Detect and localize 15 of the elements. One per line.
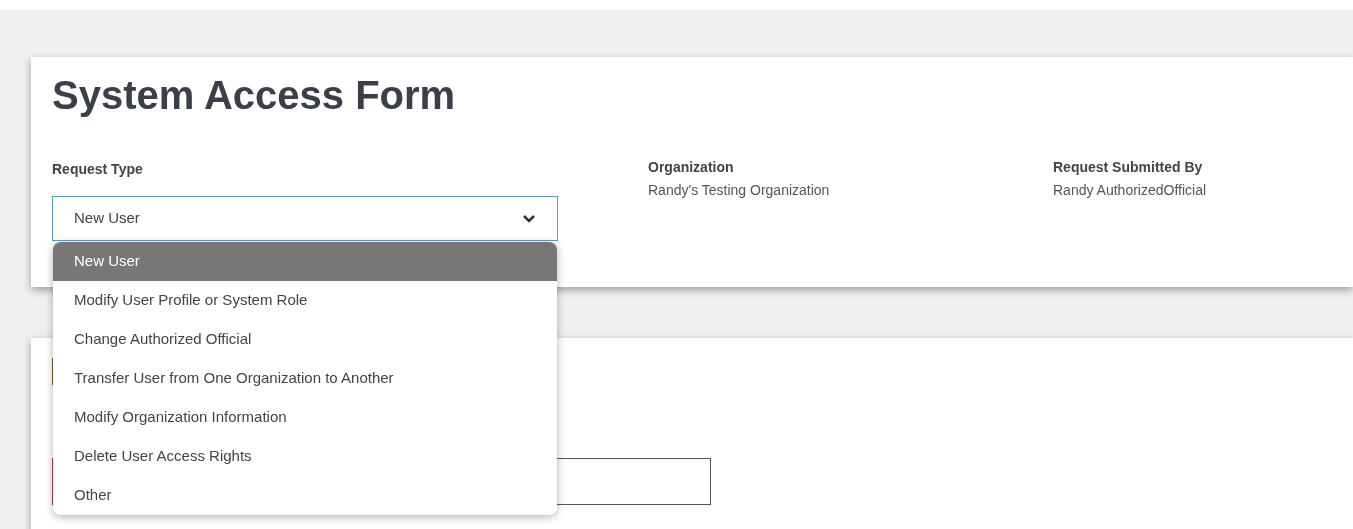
dropdown-option[interactable]: Other: [53, 476, 557, 515]
dropdown-option[interactable]: Transfer User from One Organization to Another: [53, 359, 557, 398]
form-title: System Access Form: [52, 72, 456, 119]
field-label: Organization: [648, 158, 734, 177]
dropdown-option[interactable]: New User: [53, 242, 557, 281]
request-type-select[interactable]: New User: [52, 196, 558, 241]
dropdown-option[interactable]: Modify Organization Information: [53, 398, 557, 437]
field-value: Randy's Testing Organization: [648, 181, 830, 200]
chevron-down-icon: [522, 213, 536, 224]
field-label: Request Submitted By: [1053, 158, 1203, 177]
field-value: Randy AuthorizedOfficial: [1053, 181, 1207, 200]
dropdown-option[interactable]: Delete User Access Rights: [53, 437, 557, 476]
dropdown-option[interactable]: Modify User Profile or System Role: [53, 281, 557, 320]
field-label: Request Type: [52, 160, 143, 179]
dropdown-option[interactable]: Change Authorized Official: [53, 320, 557, 359]
